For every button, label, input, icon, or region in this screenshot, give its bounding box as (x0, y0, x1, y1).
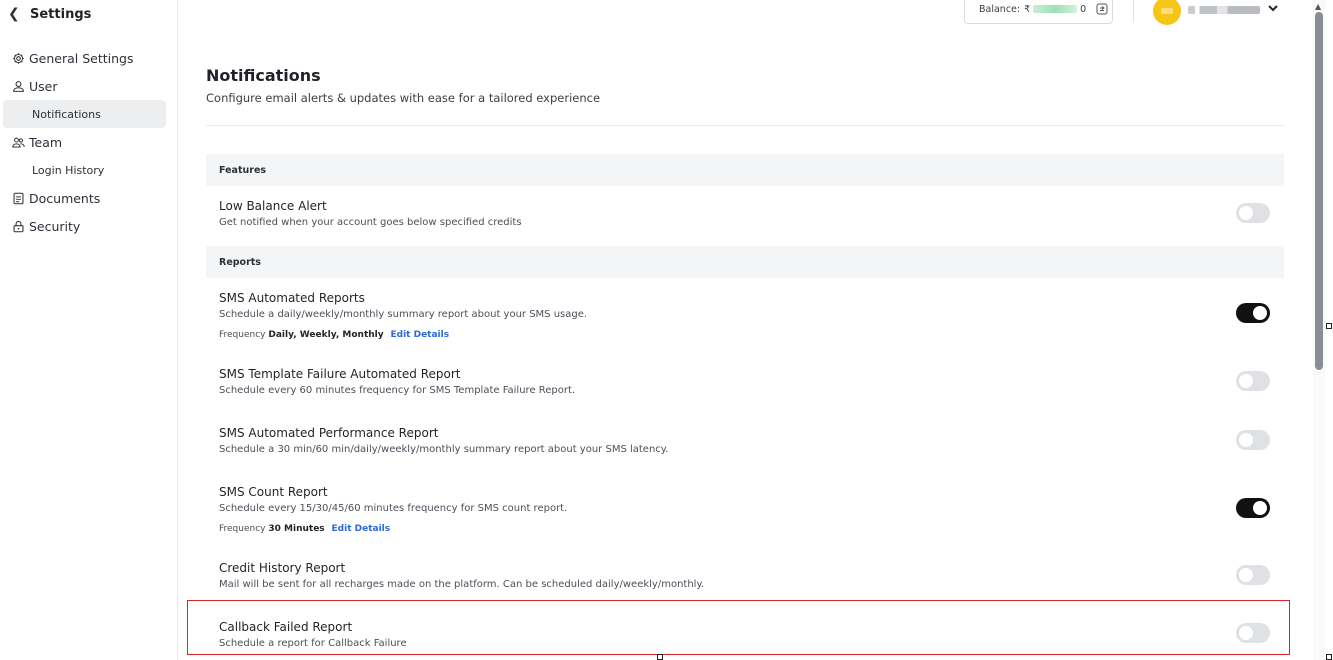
setting-title: Callback Failed Report (219, 620, 353, 634)
lock-icon (8, 220, 28, 233)
setting-title: SMS Automated Performance Report (219, 426, 439, 440)
frequency-label: Frequency (219, 330, 266, 340)
setting-description: Schedule a daily/weekly/monthly summary … (219, 309, 588, 320)
setting-row-sms-performance: SMS Automated Performance Report Schedul… (206, 413, 1284, 471)
refresh-icon[interactable] (1096, 3, 1108, 15)
sidebar-item-label: Documents (29, 190, 101, 206)
setting-row-callback-failed: Callback Failed Report Schedule a report… (206, 607, 1284, 657)
avatar-glyph (1161, 8, 1173, 14)
sidebar-item-login-history[interactable]: Login History (3, 156, 166, 184)
sidebar-item-notifications[interactable]: Notifications (3, 100, 166, 128)
setting-title: SMS Count Report (219, 485, 328, 499)
divider (206, 125, 1284, 126)
toggle-knob (1239, 626, 1253, 640)
setting-row-low-balance-alert: Low Balance Alert Get notified when your… (206, 186, 1284, 246)
sidebar-nav: General Settings User Notifications Team… (0, 44, 178, 240)
setting-description: Schedule every 60 minutes frequency for … (219, 385, 576, 396)
chevron-left-icon[interactable]: ❮ (8, 6, 24, 22)
balance-label: Balance: (979, 3, 1021, 15)
scrollbar[interactable]: ▲ (1313, 0, 1325, 660)
balance-value-redacted (1033, 5, 1078, 13)
toggle-knob (1239, 206, 1253, 220)
resize-handle[interactable] (1326, 654, 1332, 660)
sidebar-item-documents[interactable]: Documents (0, 184, 178, 212)
sidebar-item-user[interactable]: User (0, 72, 178, 100)
setting-row-sms-automated-reports: SMS Automated Reports Schedule a daily/w… (206, 278, 1284, 350)
frequency-value: Daily, Weekly, Monthly (268, 330, 384, 340)
setting-description: Mail will be sent for all recharges made… (219, 579, 705, 590)
user-icon (8, 80, 28, 93)
setting-title: SMS Automated Reports (219, 291, 365, 305)
sidebar-title: Settings (30, 6, 92, 22)
sms-automated-reports-toggle[interactable] (1236, 303, 1270, 323)
scrollbar-thumb[interactable] (1315, 12, 1323, 370)
scroll-up-arrow-icon[interactable]: ▲ (1315, 2, 1321, 11)
sidebar-item-general-settings[interactable]: General Settings (0, 44, 178, 72)
credit-history-toggle[interactable] (1236, 565, 1270, 585)
app-root: ❮ Settings General Settings User Notific… (0, 0, 1333, 660)
setting-row-sms-template-failure: SMS Template Failure Automated Report Sc… (206, 354, 1284, 412)
section-header-features: Features (206, 154, 1284, 186)
callback-failed-toggle[interactable] (1236, 623, 1270, 643)
chevron-down-icon[interactable] (1266, 1, 1280, 15)
balance-box[interactable]: Balance: ₹ 0 (964, 0, 1113, 24)
sidebar-item-label: Security (29, 218, 81, 234)
frequency-label: Frequency (219, 524, 266, 534)
frequency-value: 30 Minutes (268, 524, 325, 534)
sms-performance-toggle[interactable] (1236, 430, 1270, 450)
low-balance-alert-toggle[interactable] (1236, 203, 1270, 223)
team-icon (8, 136, 28, 149)
setting-description: Schedule every 15/30/45/60 minutes frequ… (219, 503, 568, 514)
user-name-redacted[interactable] (1188, 6, 1260, 14)
toggle-knob (1239, 433, 1253, 447)
sidebar-item-label: General Settings (29, 50, 134, 66)
setting-title: Low Balance Alert (219, 199, 327, 213)
gear-icon (8, 52, 28, 65)
resize-handle[interactable] (1326, 323, 1332, 329)
balance-symbol: ₹ (1024, 3, 1031, 15)
sidebar-item-label: User (29, 78, 58, 94)
toggle-knob (1239, 374, 1253, 388)
setting-description: Schedule a report for Callback Failure (219, 638, 407, 649)
avatar[interactable] (1153, 0, 1181, 25)
resize-handle[interactable] (657, 654, 663, 660)
sidebar-item-security[interactable]: Security (0, 212, 178, 240)
setting-row-credit-history: Credit History Report Mail will be sent … (206, 548, 1284, 604)
sms-count-toggle[interactable] (1236, 498, 1270, 518)
toggle-knob (1253, 306, 1267, 320)
setting-description: Get notified when your account goes belo… (219, 217, 522, 228)
page-subtitle: Configure email alerts & updates with ea… (206, 91, 601, 105)
sidebar-header: ❮ Settings (8, 4, 91, 24)
frequency-line: Frequency 30 Minutes Edit Details (219, 524, 390, 534)
page-title: Notifications (206, 66, 321, 85)
setting-title: Credit History Report (219, 561, 346, 575)
sidebar-item-label: Team (29, 134, 63, 150)
edit-details-link[interactable]: Edit Details (391, 330, 450, 340)
sms-template-failure-toggle[interactable] (1236, 371, 1270, 391)
setting-title: SMS Template Failure Automated Report (219, 367, 461, 381)
balance-tail: 0 (1080, 3, 1087, 15)
setting-description: Schedule a 30 min/60 min/daily/weekly/mo… (219, 444, 669, 455)
setting-row-sms-count: SMS Count Report Schedule every 15/30/45… (206, 472, 1284, 548)
sidebar-item-team[interactable]: Team (0, 128, 178, 156)
topbar-divider (1133, 0, 1134, 22)
edit-details-link[interactable]: Edit Details (332, 524, 391, 534)
document-icon (8, 192, 28, 205)
section-header-reports: Reports (206, 246, 1284, 278)
sidebar: ❮ Settings General Settings User Notific… (0, 0, 178, 660)
toggle-knob (1239, 568, 1253, 582)
toggle-knob (1253, 501, 1267, 515)
frequency-line: Frequency Daily, Weekly, Monthly Edit De… (219, 330, 449, 340)
